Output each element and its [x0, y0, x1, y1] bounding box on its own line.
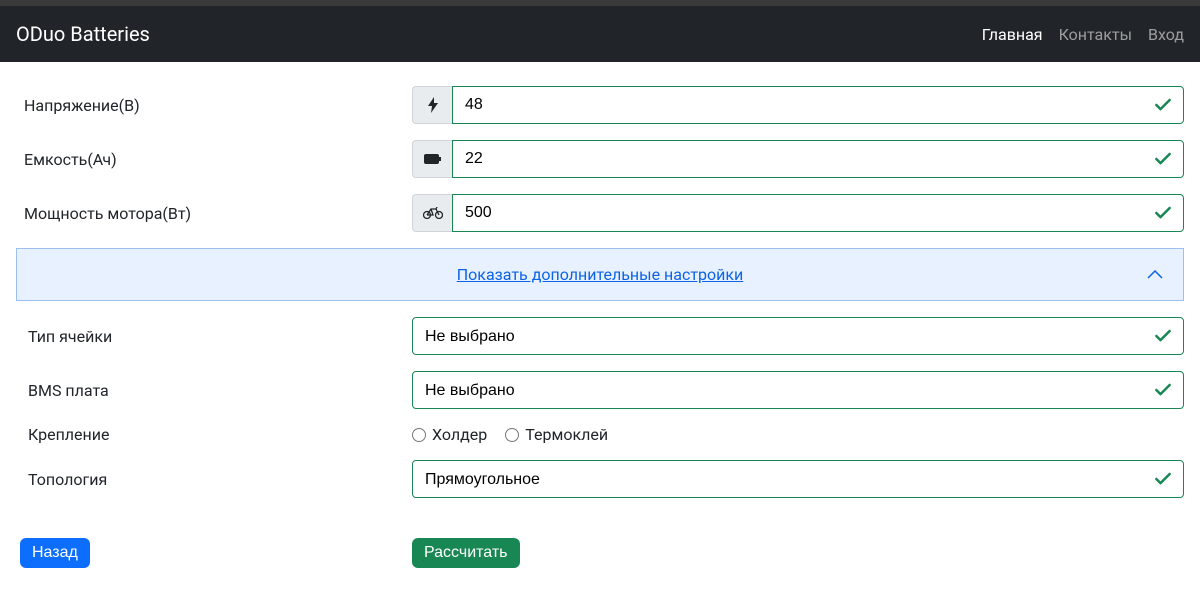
back-button[interactable]: Назад	[20, 538, 90, 568]
chevron-up-icon	[1147, 270, 1163, 280]
mount-radio-group: Холдер Термоклей	[412, 425, 1184, 444]
mount-radio-holder-label: Холдер	[432, 425, 487, 444]
power-input[interactable]	[452, 194, 1184, 232]
power-input-group	[412, 194, 1184, 232]
mount-radio-glue-label: Термоклей	[525, 425, 608, 444]
voltage-input[interactable]	[452, 86, 1184, 124]
bicycle-icon	[412, 194, 452, 232]
capacity-row: Емкость(Ач)	[16, 140, 1184, 178]
accordion-title: Показать дополнительные настройки	[33, 265, 1167, 284]
accordion-toggle[interactable]: Показать дополнительные настройки	[16, 248, 1184, 301]
nav-login[interactable]: Вход	[1148, 25, 1184, 44]
calculate-button[interactable]: Рассчитать	[412, 538, 520, 568]
mount-radio-holder[interactable]: Холдер	[412, 425, 487, 444]
form-container: Напряжение(В) Емкость(Ач) Мощность мотор…	[0, 62, 1200, 584]
bms-select[interactable]: Не выбрано	[412, 371, 1184, 409]
voltage-row: Напряжение(В)	[16, 86, 1184, 124]
bms-label: BMS плата	[16, 381, 412, 400]
nav-links: Главная Контакты Вход	[982, 25, 1184, 44]
bms-row: BMS плата Не выбрано	[16, 371, 1184, 409]
power-label: Мощность мотора(Вт)	[16, 204, 412, 223]
mount-radio-glue-input[interactable]	[505, 428, 519, 442]
mount-radio-glue[interactable]: Термоклей	[505, 425, 608, 444]
nav-contacts[interactable]: Контакты	[1059, 25, 1132, 44]
capacity-label: Емкость(Ач)	[16, 150, 412, 169]
cell-type-label: Тип ячейки	[16, 327, 412, 346]
cell-type-select[interactable]: Не выбрано	[412, 317, 1184, 355]
capacity-input-group	[412, 140, 1184, 178]
nav-home[interactable]: Главная	[982, 25, 1043, 44]
brand[interactable]: ODuo Batteries	[16, 22, 150, 46]
topology-select[interactable]: Прямоугольное	[412, 460, 1184, 498]
mount-label: Крепление	[16, 425, 412, 444]
bolt-icon	[412, 86, 452, 124]
voltage-input-group	[412, 86, 1184, 124]
voltage-label: Напряжение(В)	[16, 96, 412, 115]
button-row: Назад Рассчитать	[16, 538, 1184, 568]
mount-row: Крепление Холдер Термоклей	[16, 425, 1184, 444]
power-row: Мощность мотора(Вт)	[16, 194, 1184, 232]
navbar: ODuo Batteries Главная Контакты Вход	[0, 6, 1200, 62]
battery-icon	[412, 140, 452, 178]
topology-row: Топология Прямоугольное	[16, 460, 1184, 498]
mount-radio-holder-input[interactable]	[412, 428, 426, 442]
cell-type-row: Тип ячейки Не выбрано	[16, 317, 1184, 355]
topology-label: Топология	[16, 470, 412, 489]
capacity-input[interactable]	[452, 140, 1184, 178]
